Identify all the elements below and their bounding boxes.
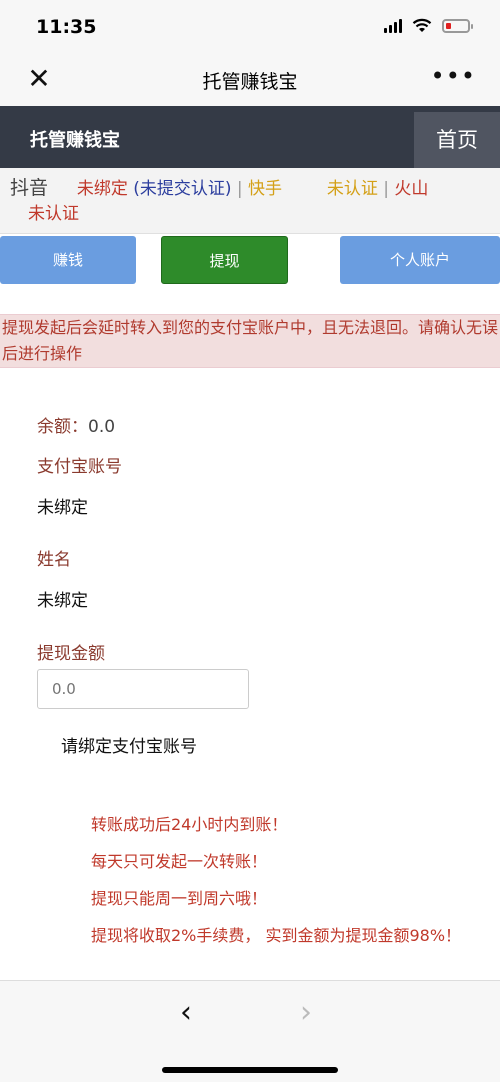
bind-alipay-message[interactable]: 请绑定支付宝账号 — [61, 732, 197, 757]
separator: | — [383, 179, 389, 199]
forward-icon[interactable]: › — [300, 995, 312, 1030]
status-bar: 11:35 — [0, 0, 500, 54]
wifi-icon — [412, 18, 432, 32]
balance-value: 0.0 — [88, 417, 116, 437]
header-title: 托管赚钱宝 — [30, 130, 120, 151]
amount-label: 提现金额 — [37, 644, 105, 664]
name-value: 未绑定 — [37, 591, 88, 611]
main-tabs: 赚钱 提现 个人账户 — [0, 236, 500, 284]
withdraw-notice: 提现发起后会延时转入到您的支付宝账户中，且无法退回。请确认无误后进行操作 — [0, 314, 500, 368]
platform-kuaishou[interactable]: 快手 — [248, 179, 282, 199]
home-indicator — [162, 1067, 338, 1073]
amount-input[interactable] — [37, 669, 249, 709]
nav-title: 托管赚钱宝 — [202, 71, 298, 93]
douyin-status: 未绑定 — [76, 179, 128, 199]
balance-row: 余额：0.0 — [37, 412, 115, 437]
separator: | — [236, 179, 243, 199]
name-label: 姓名 — [37, 550, 71, 570]
platform-huoshan[interactable]: 火山 — [394, 179, 428, 199]
app-header: 托管赚钱宝 首页 — [0, 106, 500, 168]
platform-status-bar: 抖音 未绑定 (未提交认证) | 快手 未认证 | 火山 未认证 — [0, 168, 500, 234]
browser-toolbar: ‹ › — [0, 980, 500, 1082]
alipay-value: 未绑定 — [37, 498, 88, 518]
kuaishou-status: 未认证 — [326, 179, 378, 199]
withdraw-rules: 转账成功后24小时内到账！ 每天只可发起一次转账！ 提现只能周一到周六哦！ 提现… — [91, 812, 491, 960]
rule-item: 提现只能周一到周六哦！ — [91, 889, 268, 908]
status-icons — [384, 18, 473, 33]
balance-label: 余额： — [37, 417, 88, 437]
signal-icon — [384, 18, 402, 33]
home-button[interactable]: 首页 — [414, 112, 500, 168]
rule-item: 每天只可发起一次转账！ — [91, 852, 268, 871]
rule-item: 转账成功后24小时内到账！ — [91, 815, 288, 834]
status-time: 11:35 — [36, 16, 97, 38]
battery-icon — [442, 18, 473, 33]
nav-bar: ✕ 托管赚钱宝 ••• — [0, 54, 500, 106]
tab-earn[interactable]: 赚钱 — [0, 236, 136, 284]
tab-withdraw[interactable]: 提现 — [161, 236, 288, 284]
back-icon[interactable]: ‹ — [180, 995, 192, 1030]
tab-account[interactable]: 个人账户 — [340, 236, 500, 284]
alipay-label: 支付宝账号 — [37, 457, 122, 477]
rule-item: 提现将收取2%手续费， 实到金额为提现金额98%！ — [91, 926, 462, 945]
platform-douyin[interactable]: 抖音 — [10, 177, 48, 199]
douyin-substatus[interactable]: (未提交认证) — [133, 179, 231, 199]
more-icon[interactable]: ••• — [431, 62, 476, 90]
huoshan-status: 未认证 — [28, 204, 79, 224]
